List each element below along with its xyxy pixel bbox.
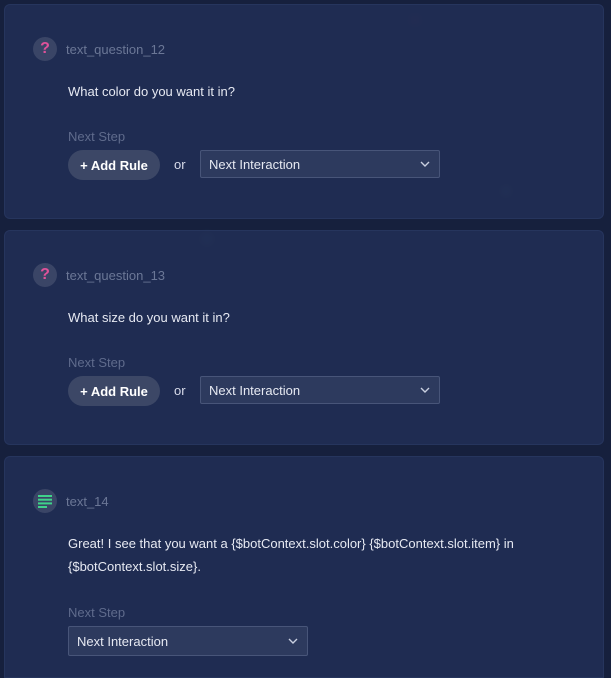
text-message-line: Great! I see that you want a {$botContex…	[68, 536, 514, 551]
next-step-label: Next Step	[68, 355, 126, 370]
question-message: What size do you want it in?	[68, 310, 230, 325]
next-step-value: Next Interaction	[77, 633, 169, 649]
text-message: Great! I see that you want a {$botContex…	[68, 532, 568, 578]
text-question-card-13[interactable]: ? text_question_13 What size do you want…	[4, 230, 604, 445]
next-step-label: Next Step	[68, 605, 126, 620]
chevron-down-icon	[419, 384, 431, 396]
card-header: text_14	[33, 489, 109, 513]
question-icon: ?	[33, 37, 57, 61]
question-icon: ?	[33, 263, 57, 287]
text-lines-icon	[33, 489, 57, 513]
or-label: or	[174, 157, 186, 172]
next-step-value: Next Interaction	[209, 156, 301, 172]
node-name: text_14	[66, 493, 109, 509]
node-name: text_question_13	[66, 267, 166, 283]
next-step-select[interactable]: Next Interaction	[200, 150, 440, 178]
or-label: or	[174, 383, 186, 398]
add-rule-button[interactable]: + Add Rule	[68, 376, 160, 406]
card-header: ? text_question_13	[33, 263, 165, 287]
card-header: ? text_question_12	[33, 37, 165, 61]
text-card-14[interactable]: text_14 Great! I see that you want a {$b…	[4, 456, 604, 678]
next-step-label: Next Step	[68, 129, 126, 144]
next-step-value: Next Interaction	[209, 382, 301, 398]
chevron-down-icon	[419, 158, 431, 170]
next-step-select[interactable]: Next Interaction	[68, 626, 308, 656]
next-step-select[interactable]: Next Interaction	[200, 376, 440, 404]
text-message-line: {$botContext.slot.size}.	[68, 559, 201, 574]
node-name: text_question_12	[66, 41, 166, 57]
text-question-card-12[interactable]: ? text_question_12 What color do you wan…	[4, 4, 604, 219]
question-message: What color do you want it in?	[68, 84, 235, 99]
add-rule-button[interactable]: + Add Rule	[68, 150, 160, 180]
chevron-down-icon	[287, 635, 299, 647]
